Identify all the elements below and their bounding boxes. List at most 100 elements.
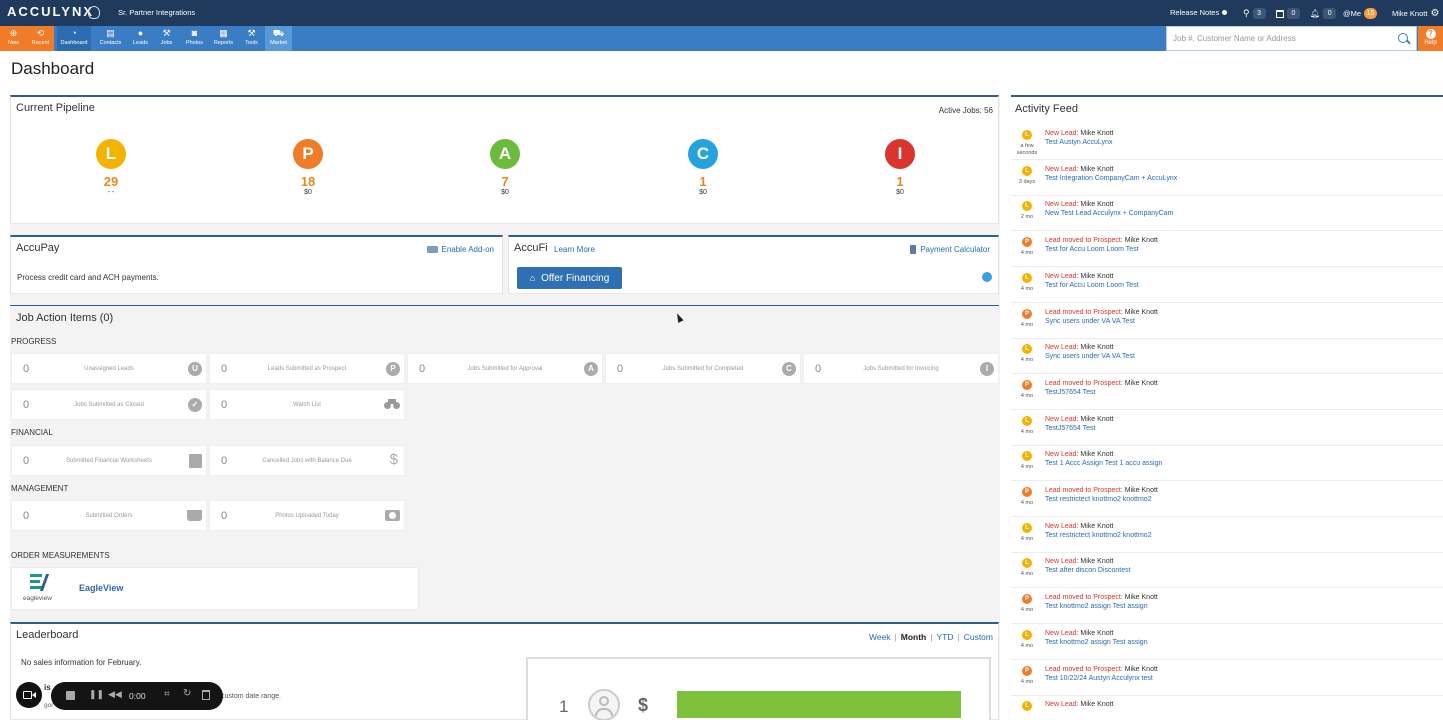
feed-item[interactable]: L4 mo New Lead: Mike Knott Sync users unde… <box>1011 338 1443 375</box>
feed-headline: Lead moved to Prospect: Mike Knott <box>1045 237 1158 244</box>
feed-item[interactable]: P4 mo Lead moved to Prospect: Mike Knott T… <box>1011 481 1443 517</box>
feed-item[interactable]: P4 mo Lead moved to Prospect: Mike Knott T… <box>1011 374 1443 410</box>
feed-job-link[interactable]: Test 10/22/24 Austyn Acculynx test <box>1045 675 1153 682</box>
calendar-button[interactable]: 0 <box>1276 8 1300 19</box>
action-label: Leads Submitted as Prospect <box>267 366 347 372</box>
feed-item[interactable]: L 4 mo New Lead: Mike Knott Test for Accu L… <box>1011 267 1443 303</box>
stage-approved[interactable]: A 7 $0 <box>475 139 535 196</box>
trash-icon[interactable] <box>202 690 210 700</box>
help-button[interactable]: ? Help <box>1418 26 1443 51</box>
nav-leads[interactable]: ● Leads <box>127 26 154 51</box>
nav-label: Dashboard <box>60 40 88 46</box>
feed-job-link[interactable]: New Test Lead Acculynx + CompanyCam <box>1045 210 1173 217</box>
action-watch-list[interactable]: 0 Watch List <box>209 389 405 420</box>
feed-item[interactable]: P 4 mo Lead moved to Prospect: Mike Knott S… <box>1011 303 1443 339</box>
stop-icon[interactable] <box>66 691 75 700</box>
feed-item[interactable]: L4 mo New Lead: Mike Knott Test 1 Accc Ass… <box>1011 445 1443 482</box>
user-menu[interactable]: Mike Knott ⚙ <box>1392 8 1439 19</box>
action-unassigned-leads[interactable]: 0 Unassigned Leads U <box>11 353 207 384</box>
feed-item[interactable]: P4 mo Lead moved to Prospect: Mike Knott T… <box>1011 231 1443 268</box>
action-jobs-invoicing[interactable]: 0 Jobs Submitted for Invoicing I <box>803 353 999 384</box>
owl-icon <box>88 6 100 19</box>
pins-button[interactable]: ⚲ 3 <box>1243 8 1266 19</box>
feed-item[interactable]: La few seconds New Lead: Mike Knott Test A… <box>1011 124 1443 160</box>
feed-job-link[interactable]: Test for Accu Loom Loom Test <box>1045 246 1139 253</box>
filter-month[interactable]: Month <box>901 632 927 642</box>
feed-job-link[interactable]: Test Integration CompanyCam + AccuLynx <box>1045 175 1177 182</box>
nav-tools[interactable]: ⚒ Tools <box>238 26 265 51</box>
stage-prospect[interactable]: P 18 $0 <box>278 139 338 196</box>
action-submitted-orders[interactable]: 0 Submitted Orders <box>11 500 207 531</box>
feed-job-link[interactable]: TestJ57654 Test <box>1045 425 1095 432</box>
notifications-button[interactable]: 🔔︎ 0 <box>1310 8 1337 19</box>
rewind-icon[interactable]: ◀◀ <box>108 689 122 700</box>
nav-new[interactable]: ⊕ New <box>0 26 27 51</box>
learn-more-link[interactable]: Learn More <box>554 245 595 254</box>
stage-amount: - - <box>107 189 115 196</box>
search-box[interactable]: Job #, Customer Name or Address <box>1166 26 1417 51</box>
stage-invoiced[interactable]: I 1 $0 <box>870 139 930 196</box>
nav-dashboard[interactable]: ◔ Dashboard <box>57 26 91 51</box>
nav-jobs[interactable]: ⚒ Jobs <box>153 26 180 51</box>
search-input[interactable]: Job #, Customer Name or Address <box>1173 34 1296 43</box>
action-jobs-approval[interactable]: 0 Jobs Submitted for Approval A <box>407 353 603 384</box>
feed-job-link[interactable]: Test Austyn AccuLynx <box>1045 139 1112 146</box>
divider <box>10 305 999 306</box>
pipeline-title: Current Pipeline <box>16 102 95 114</box>
approved-stage-icon: A <box>490 139 520 169</box>
action-label: Unassigned Leads <box>84 366 134 372</box>
feed-job-link[interactable]: Test restrictect knottmo2 knottmo2 <box>1045 532 1152 539</box>
camera-toggle-button[interactable] <box>16 682 42 708</box>
feed-item[interactable]: L 4 mo New Lead: Mike Knott Test restrictec… <box>1011 517 1443 553</box>
eagleview-card[interactable]: eagleview EagleView <box>11 567 419 610</box>
restart-icon[interactable]: ↻ <box>183 688 191 699</box>
release-notes-link[interactable]: Release Notes <box>1170 8 1228 17</box>
action-photos-today[interactable]: 0 Photos Uploaded Today <box>209 500 405 531</box>
offer-financing-button[interactable]: ⌂ Offer Financing <box>517 267 622 289</box>
action-financial-worksheets[interactable]: 0 Submitted Financial Worksheets <box>11 445 207 476</box>
feed-job-link[interactable]: Test for Accu Loom Loom Test <box>1045 282 1139 289</box>
pause-icon[interactable]: ❚❚ <box>89 689 104 700</box>
feed-item[interactable]: L New Lead: Mike Knott <box>1011 695 1443 720</box>
filter-week[interactable]: Week <box>869 632 891 642</box>
feed-item[interactable]: L4 mo New Lead: Mike Knott Test after disc… <box>1011 552 1443 589</box>
feed-item[interactable]: L 4 mo New Lead: Mike Knott Test knottmo2 a… <box>1011 624 1443 660</box>
feed-job-link[interactable]: Test after discon Discontest <box>1045 567 1131 574</box>
nav-reports[interactable]: ▦ Reports <box>210 26 237 51</box>
feed-job-link[interactable]: Test restrictect knottmo2 knottmo2 <box>1045 496 1152 503</box>
feed-job-link[interactable]: Test knottmo2 assign Test assign <box>1045 603 1148 610</box>
grid-icon[interactable]: ⌗ <box>164 689 170 700</box>
feed-job-link[interactable]: Test 1 Accc Assign Test 1 accu assign <box>1045 460 1162 467</box>
nav-contacts[interactable]: ▤ Contacts <box>97 26 124 51</box>
nav-recent[interactable]: ⟲ Recent <box>27 26 54 51</box>
filter-custom[interactable]: Custom <box>964 632 993 642</box>
me-button[interactable]: @Me 15 <box>1343 8 1378 19</box>
feed-item[interactable]: P4 mo Lead moved to Prospect: Mike Knott T… <box>1011 588 1443 625</box>
feed-item[interactable]: P4 mo Lead moved to Prospect: Mike Knott T… <box>1011 660 1443 696</box>
feed-headline: New Lead: Mike Knott <box>1045 344 1114 351</box>
acculynx-logo[interactable]: ACCULYNX <box>7 4 94 19</box>
offer-financing-label: Offer Financing <box>541 272 610 284</box>
enable-addon-link[interactable]: Enable Add-on <box>426 245 494 254</box>
action-cancelled-balance[interactable]: 0 Cancelled Jobs with Balance Due $ <box>209 445 405 476</box>
feed-item[interactable]: L 4 mo New Lead: Mike Knott TestJ57654 Test <box>1011 410 1443 446</box>
bank-icon: ⌂ <box>529 273 536 283</box>
feed-job-link[interactable]: Test knottmo2 assign Test assign <box>1045 639 1148 646</box>
feed-item[interactable]: L2 mo New Lead: Mike Knott New Test Lead A… <box>1011 195 1443 232</box>
action-leads-prospect[interactable]: 0 Leads Submitted as Prospect P <box>209 353 405 384</box>
feed-job-link[interactable]: Sync users under VA VA Test <box>1045 318 1135 325</box>
stage-completed[interactable]: C 1 $0 <box>673 139 733 196</box>
search-icon[interactable] <box>1398 33 1408 43</box>
tenant-name[interactable]: Sr. Partner Integrations <box>118 8 195 17</box>
nav-photos[interactable]: ◙ Photos <box>181 26 208 51</box>
feed-job-link[interactable]: Sync users under VA VA Test <box>1045 353 1135 360</box>
filter-ytd[interactable]: YTD <box>936 632 953 642</box>
feed-job-link[interactable]: TestJ57654 Test <box>1045 389 1095 396</box>
payment-calculator-link[interactable]: Payment Calculator <box>910 245 990 254</box>
action-jobs-closed[interactable]: 0 Jobs Submitted as Closed ✓ <box>11 389 207 420</box>
feed-item[interactable]: L 3 days New Lead: Mike Knott Test Integrat… <box>1011 160 1443 196</box>
feed-headline: New Lead: Mike Knott <box>1045 273 1114 280</box>
nav-market[interactable]: ⛟ Market <box>265 26 292 51</box>
stage-lead[interactable]: L 29 - - <box>81 139 141 196</box>
action-jobs-completed[interactable]: 0 Jobs Submitted for Completed C <box>605 353 801 384</box>
